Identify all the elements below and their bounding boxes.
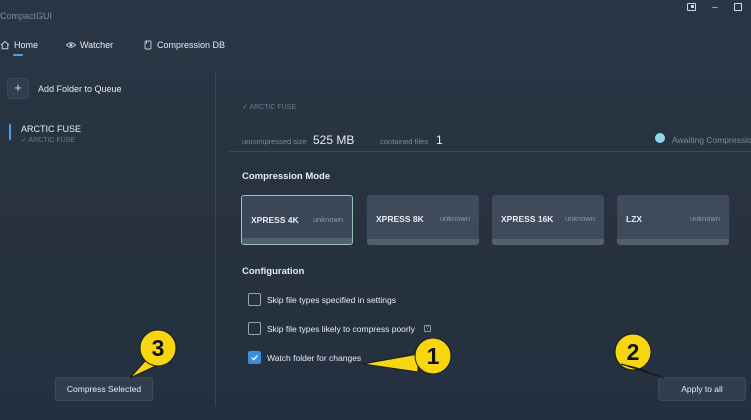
mode-progress-bar bbox=[492, 239, 604, 245]
checkmark-icon bbox=[251, 355, 258, 361]
add-folder-label[interactable]: Add Folder to Queue bbox=[38, 84, 122, 94]
skip-settings-checkbox[interactable] bbox=[248, 293, 261, 306]
callout-3: 3 bbox=[129, 329, 177, 379]
status-text: Awaiting Compression bbox=[672, 135, 751, 145]
info-divider bbox=[229, 151, 751, 152]
mode-card-lzx[interactable]: LZX unknown bbox=[617, 195, 729, 245]
watch-folder-option[interactable]: Watch folder for changes bbox=[248, 351, 361, 364]
uncompressed-size-label: uncompressed size bbox=[242, 137, 307, 146]
maximize-icon bbox=[734, 3, 742, 11]
tab-compression-db[interactable]: Compression DB bbox=[143, 38, 225, 52]
mode-status: unknown bbox=[312, 215, 343, 224]
callout-1-number: 1 bbox=[427, 343, 440, 369]
pin-icon bbox=[686, 3, 696, 11]
eye-icon bbox=[66, 40, 76, 50]
callout-1: 1 bbox=[362, 337, 452, 375]
mode-status: unknown bbox=[689, 214, 720, 223]
queue-selected-indicator bbox=[9, 124, 11, 140]
callout-3-number: 3 bbox=[152, 335, 165, 361]
mode-progress-bar bbox=[617, 239, 729, 245]
mode-status: unknown bbox=[439, 214, 470, 223]
skip-poor-checkbox[interactable] bbox=[248, 322, 261, 335]
compress-selected-button[interactable]: Compress Selected bbox=[55, 377, 153, 401]
folder-path-partial: ✓ ARCTIC FUSE bbox=[242, 104, 297, 109]
mode-name: LZX bbox=[626, 214, 643, 224]
contained-files-label: contained files bbox=[380, 137, 428, 146]
mode-card-xpress-8k[interactable]: XPRESS 8K unknown bbox=[367, 195, 479, 245]
skip-poor-label: Skip file types likely to compress poorl… bbox=[267, 323, 415, 334]
apply-to-all-button[interactable]: Apply to all bbox=[658, 377, 746, 401]
tab-watcher[interactable]: Watcher bbox=[66, 38, 113, 52]
title-bar: CompactGUI – bbox=[0, 0, 751, 28]
app-title: CompactGUI bbox=[0, 11, 53, 21]
mode-progress-bar bbox=[367, 239, 479, 245]
status-indicator bbox=[655, 133, 665, 143]
compression-mode-title: Compression Mode bbox=[242, 171, 331, 182]
sidebar-divider bbox=[215, 72, 216, 406]
mode-card-xpress-4k[interactable]: XPRESS 4K unknown bbox=[241, 195, 353, 245]
watch-folder-checkbox[interactable] bbox=[248, 351, 261, 364]
mode-progress-bar bbox=[242, 238, 352, 244]
callout-2: 2 bbox=[614, 333, 665, 379]
tab-home[interactable]: Home bbox=[0, 38, 38, 52]
home-icon bbox=[0, 40, 10, 50]
help-icon[interactable]: ? bbox=[423, 325, 431, 332]
tab-home-label: Home bbox=[14, 40, 39, 50]
tab-compression-db-label: Compression DB bbox=[157, 40, 226, 50]
tab-watcher-label: Watcher bbox=[80, 40, 114, 50]
queue-item-subtitle: ✓ ARCTIC FUSE bbox=[21, 137, 76, 144]
mode-name: XPRESS 16K bbox=[501, 214, 554, 224]
callout-2-number: 2 bbox=[627, 339, 640, 365]
mode-card-xpress-16k[interactable]: XPRESS 16K unknown bbox=[492, 195, 604, 245]
mode-name: XPRESS 4K bbox=[251, 215, 299, 225]
queue-item[interactable]: ARCTIC FUSE ✓ ARCTIC FUSE bbox=[9, 122, 199, 148]
skip-settings-label: Skip file types specified in settings bbox=[267, 294, 396, 305]
queue-item-title: ARCTIC FUSE bbox=[21, 124, 82, 134]
mode-name: XPRESS 8K bbox=[376, 214, 424, 224]
contained-files-value: 1 bbox=[436, 133, 443, 147]
mode-status: unknown bbox=[564, 214, 595, 223]
configuration-title: Configuration bbox=[242, 266, 305, 277]
skip-settings-option[interactable]: Skip file types specified in settings bbox=[248, 293, 396, 306]
pin-button[interactable] bbox=[684, 2, 698, 14]
maximize-button[interactable] bbox=[731, 2, 745, 14]
add-folder-button[interactable]: + bbox=[7, 78, 29, 99]
active-tab-indicator bbox=[13, 54, 23, 56]
watch-folder-label: Watch folder for changes bbox=[267, 352, 362, 363]
uncompressed-size-value: 525 MB bbox=[313, 133, 355, 147]
minimize-button[interactable]: – bbox=[708, 2, 722, 14]
database-icon bbox=[143, 40, 153, 50]
skip-poor-option[interactable]: Skip file types likely to compress poorl… bbox=[248, 322, 431, 335]
